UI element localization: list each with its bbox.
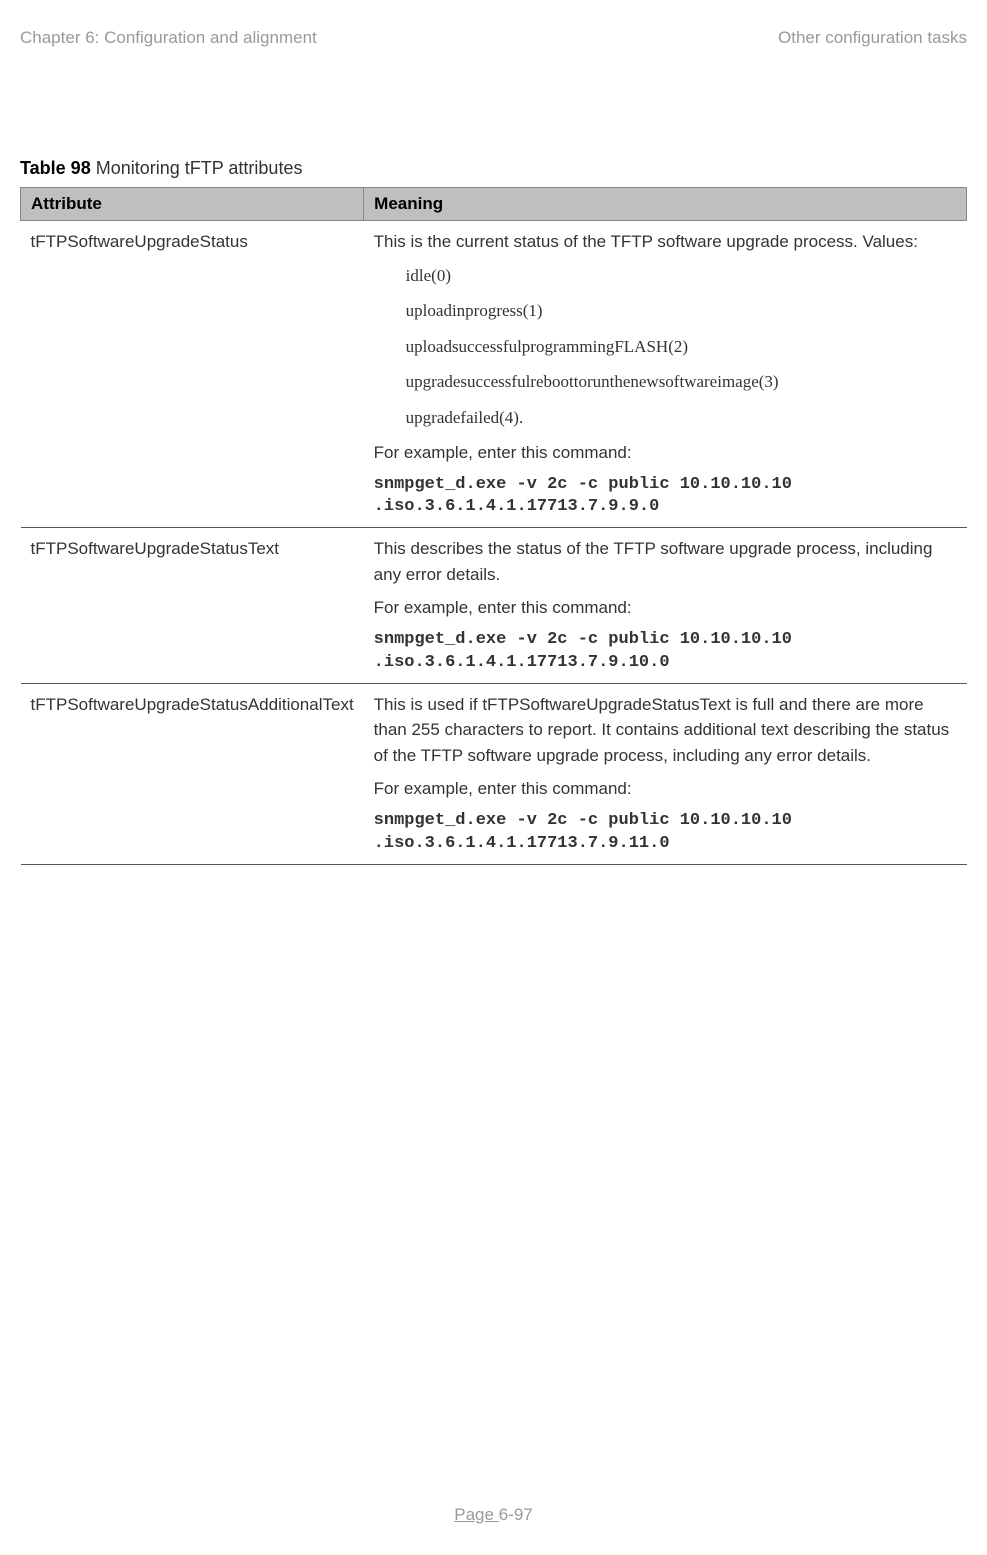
table-header-row: Attribute Meaning xyxy=(21,188,967,221)
value-item: idle(0) xyxy=(374,263,957,289)
meaning-cell: This is the current status of the TFTP s… xyxy=(364,221,967,528)
description-text: This is used if tFTPSoftwareUpgradeStatu… xyxy=(374,692,957,769)
attribute-cell: tFTPSoftwareUpgradeStatusAdditionalText xyxy=(21,683,364,864)
table-title: Monitoring tFTP attributes xyxy=(91,158,303,178)
column-header-attribute: Attribute xyxy=(21,188,364,221)
page-footer: Page 6-97 xyxy=(0,1505,987,1525)
footer-page-label: Page xyxy=(454,1505,498,1524)
table-number: Table 98 xyxy=(20,158,91,178)
meaning-cell: This describes the status of the TFTP so… xyxy=(364,528,967,683)
intro-text: This is the current status of the TFTP s… xyxy=(374,229,957,255)
value-item: uploadinprogress(1) xyxy=(374,298,957,324)
footer-page-number: 6-97 xyxy=(499,1505,533,1524)
command-text: snmpget_d.exe -v 2c -c public 10.10.10.1… xyxy=(374,810,957,856)
example-label: For example, enter this command: xyxy=(374,595,957,621)
example-label: For example, enter this command: xyxy=(374,440,957,466)
command-text: snmpget_d.exe -v 2c -c public 10.10.10.1… xyxy=(374,629,957,675)
header-right: Other configuration tasks xyxy=(778,28,967,48)
table-row: tFTPSoftwareUpgradeStatusText This descr… xyxy=(21,528,967,683)
header-left: Chapter 6: Configuration and alignment xyxy=(20,28,317,48)
value-item: upgradefailed(4). xyxy=(374,405,957,431)
table-caption: Table 98 Monitoring tFTP attributes xyxy=(20,158,967,179)
attributes-table: Attribute Meaning tFTPSoftwareUpgradeSta… xyxy=(20,187,967,865)
value-item: uploadsuccessfulprogrammingFLASH(2) xyxy=(374,334,957,360)
command-text: snmpget_d.exe -v 2c -c public 10.10.10.1… xyxy=(374,474,957,520)
example-label: For example, enter this command: xyxy=(374,776,957,802)
column-header-meaning: Meaning xyxy=(364,188,967,221)
page-header: Chapter 6: Configuration and alignment O… xyxy=(20,28,967,48)
description-text: This describes the status of the TFTP so… xyxy=(374,536,957,587)
attribute-cell: tFTPSoftwareUpgradeStatusText xyxy=(21,528,364,683)
table-row: tFTPSoftwareUpgradeStatusAdditionalText … xyxy=(21,683,967,864)
meaning-cell: This is used if tFTPSoftwareUpgradeStatu… xyxy=(364,683,967,864)
attribute-cell: tFTPSoftwareUpgradeStatus xyxy=(21,221,364,528)
table-row: tFTPSoftwareUpgradeStatus This is the cu… xyxy=(21,221,967,528)
value-item: upgradesuccessfulreboottorunthenewsoftwa… xyxy=(374,369,957,395)
